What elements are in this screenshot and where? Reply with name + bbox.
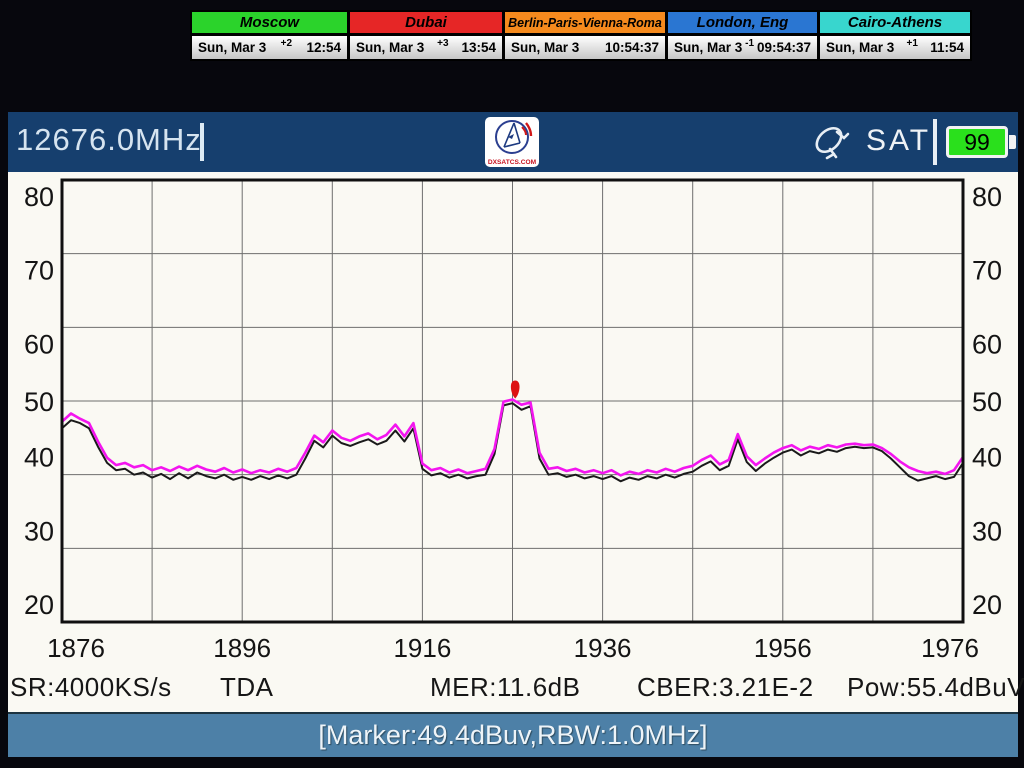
clock-city-label: Cairo-Athens xyxy=(820,12,970,36)
clock-city-label: Berlin-Paris-Vienna-Roma xyxy=(505,12,665,36)
clock-date: Sun, Mar 3 xyxy=(674,40,743,55)
clock-date: Sun, Mar 3 xyxy=(198,40,267,55)
logo-text: DXSATCS.COM xyxy=(488,159,537,166)
clock-utc-offset: +1 xyxy=(906,38,918,49)
clock-column-berlin: Berlin-Paris-Vienna-Roma Sun, Mar 3 10:5… xyxy=(505,12,668,59)
clock-date: Sun, Mar 3 xyxy=(356,40,425,55)
panel-header: 12676.0MHz DXSATCS.COM SAT 99 xyxy=(8,112,1018,172)
battery-icon: 99 xyxy=(946,126,1008,158)
mer-value: MER:11.6dB xyxy=(430,672,581,702)
y-tick-label-left: 30 xyxy=(24,516,54,546)
clock-time: 12:54 xyxy=(306,40,341,55)
clock-column-moscow: Moscow Sun, Mar 3 +2 12:54 xyxy=(192,12,350,59)
y-tick-label-right: 60 xyxy=(972,329,1002,359)
clock-date-row: Sun, Mar 3 10:54:37 xyxy=(505,36,665,59)
clock-city-label: Dubai xyxy=(350,12,502,36)
clock-date: Sun, Mar 3 xyxy=(826,40,895,55)
frequency-input[interactable]: 12676.0MHz xyxy=(16,122,202,158)
spectrum-analyzer-panel: 12676.0MHz DXSATCS.COM SAT 99 80 80 70 7… xyxy=(8,112,1024,757)
y-tick-label-right: 80 xyxy=(972,182,1002,212)
marker-info-bar: [Marker:49.4dBuv,RBW:1.0MHz] xyxy=(8,712,1018,757)
battery-nub xyxy=(1009,135,1016,149)
y-tick-label-right: 70 xyxy=(972,256,1002,286)
clock-date-row: Sun, Mar 3 +2 12:54 xyxy=(192,36,347,59)
world-clock-table: Moscow Sun, Mar 3 +2 12:54 Dubai Sun, Ma… xyxy=(190,10,972,61)
clock-time: 10:54:37 xyxy=(604,40,659,55)
clock-utc-offset: +3 xyxy=(437,38,449,49)
clock-time: 11:54 xyxy=(930,40,964,55)
text-cursor xyxy=(200,123,204,161)
x-tick-label: 1896 xyxy=(213,633,271,663)
x-tick-label: 1876 xyxy=(47,633,105,663)
x-tick-label: 1936 xyxy=(574,633,632,663)
x-tick-label: 1956 xyxy=(754,633,812,663)
clock-column-dubai: Dubai Sun, Mar 3 +3 13:54 xyxy=(350,12,505,59)
clock-utc-offset: -1 xyxy=(745,38,755,49)
y-tick-label-left: 40 xyxy=(24,443,54,473)
y-tick-label-right: 40 xyxy=(972,443,1002,473)
satellite-meter-screen: { "clock": { "cities": [ { "name": "Mosc… xyxy=(0,0,1024,768)
clock-time: 13:54 xyxy=(461,40,496,55)
spectrum-chart: 80 80 70 70 60 60 50 50 40 40 30 30 20 20 1876 1896 1916… xyxy=(24,178,1002,663)
mode-value: TDA xyxy=(220,672,274,702)
header-separator xyxy=(933,119,937,165)
clock-column-london: London, Eng Sun, Mar 3 -1 09:54:37 xyxy=(668,12,820,59)
clock-time: 09:54:37 xyxy=(756,40,811,55)
sat-mode-label: SAT xyxy=(866,124,932,157)
clock-column-cairo: Cairo-Athens Sun, Mar 3 +1 11:54 xyxy=(820,12,970,59)
clock-city-label: London, Eng xyxy=(668,12,817,36)
clock-date-row: Sun, Mar 3 -1 09:54:37 xyxy=(668,36,817,59)
clock-utc-offset: +2 xyxy=(280,38,293,49)
clock-city-label: Moscow xyxy=(192,12,347,36)
cber-value: CBER:3.21E-2 xyxy=(637,672,814,702)
satellite-dish-icon xyxy=(810,121,856,168)
symbol-rate-value: SR:4000KS/s xyxy=(10,672,172,702)
y-tick-label-left: 50 xyxy=(24,387,54,417)
clock-date: Sun, Mar 3 xyxy=(511,40,580,55)
x-tick-label: 1976 xyxy=(921,633,979,663)
y-tick-label-right: 20 xyxy=(972,590,1002,620)
dxsatcs-logo: DXSATCS.COM xyxy=(485,117,539,167)
y-tick-label-left: 20 xyxy=(24,590,54,620)
y-tick-label-left: 60 xyxy=(24,329,54,359)
clock-date-row: Sun, Mar 3 +1 11:54 xyxy=(820,36,970,59)
y-tick-label-right: 50 xyxy=(972,387,1002,417)
y-tick-label-left: 80 xyxy=(24,182,54,212)
x-tick-label: 1916 xyxy=(393,633,451,663)
marker-text: [Marker:49.4dBuv,RBW:1.0MHz] xyxy=(318,720,708,750)
y-tick-label-right: 30 xyxy=(972,516,1002,546)
y-tick-label-left: 70 xyxy=(24,256,54,286)
clock-date-row: Sun, Mar 3 +3 13:54 xyxy=(350,36,502,59)
battery-level: 99 xyxy=(964,128,990,155)
power-value: Pow:55.4dBuV xyxy=(847,672,1024,702)
